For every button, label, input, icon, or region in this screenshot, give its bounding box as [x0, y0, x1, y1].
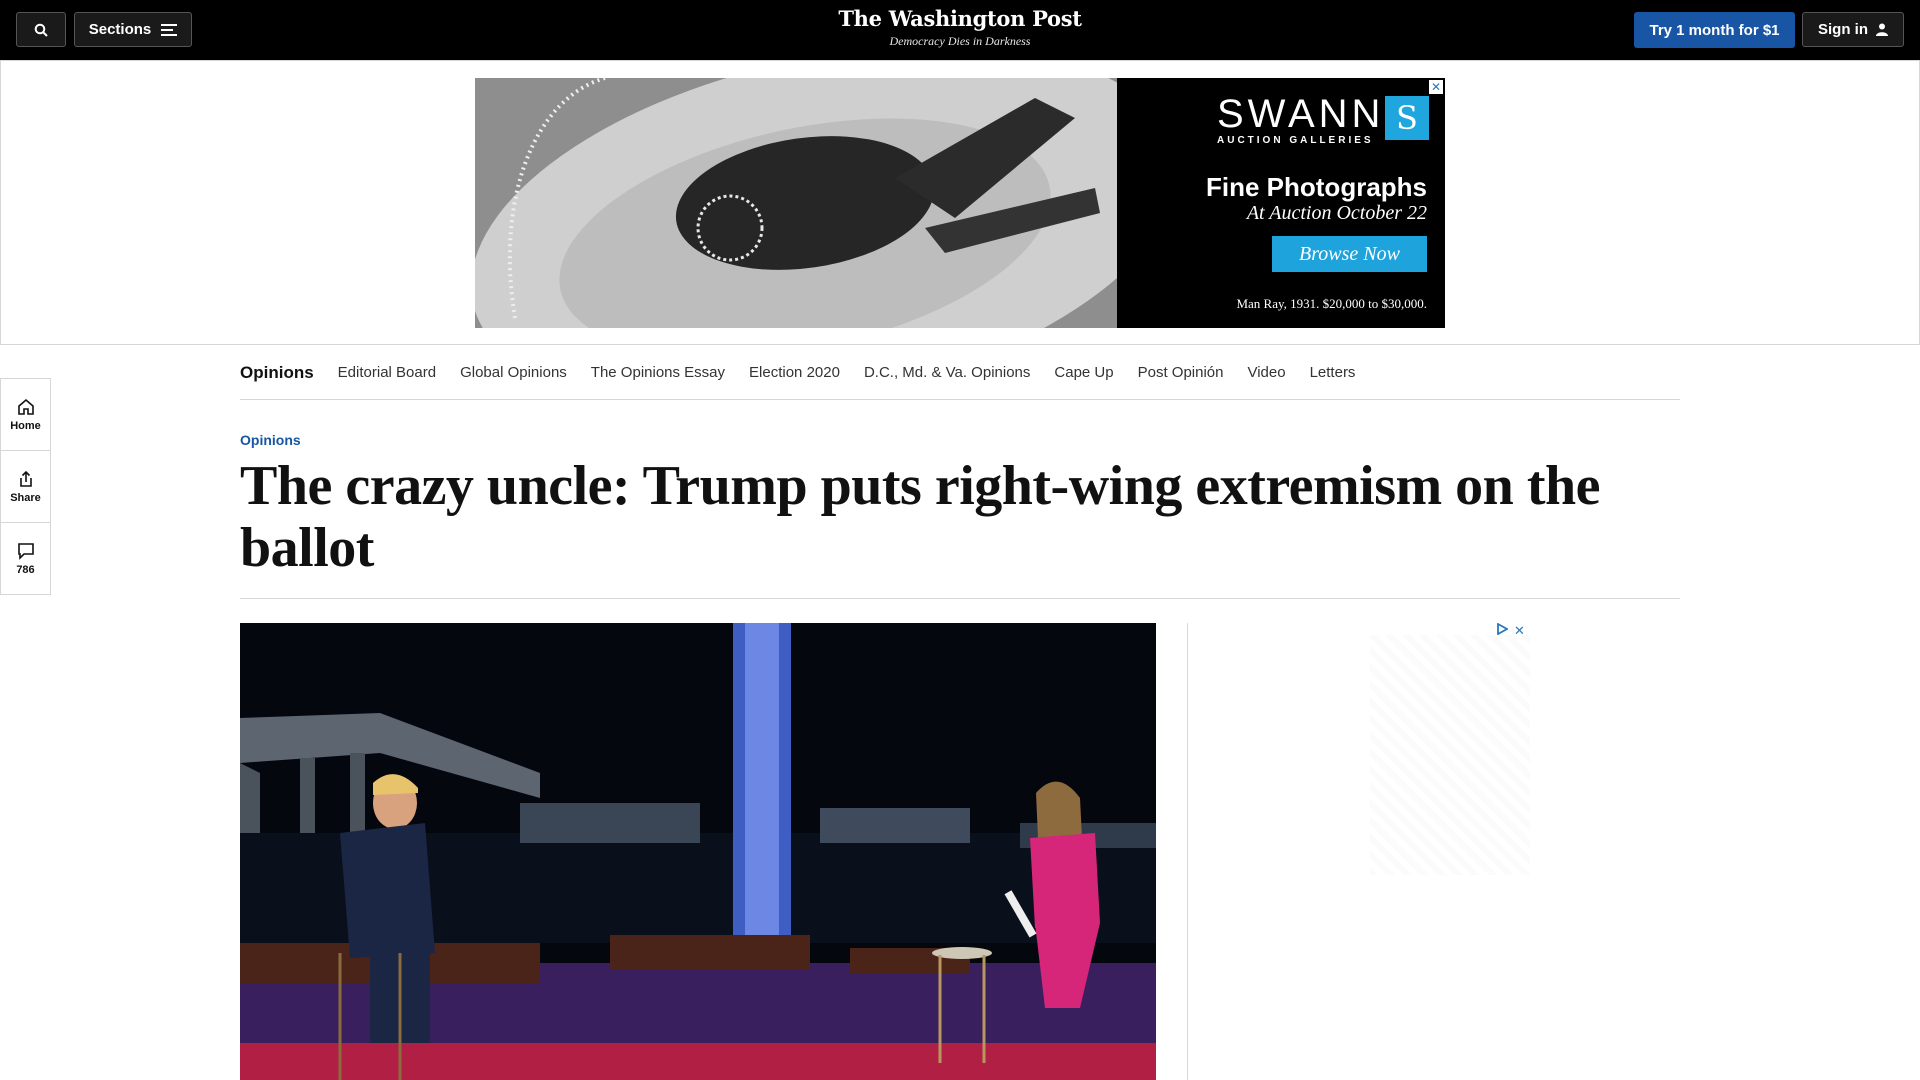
nav-item-letters[interactable]: Letters	[1310, 364, 1356, 381]
article-headline: The crazy uncle: Trump puts right-wing e…	[240, 455, 1600, 579]
side-ad-slot[interactable]	[1370, 635, 1530, 875]
nav-item-editorial-board[interactable]: Editorial Board	[338, 364, 436, 381]
nav-item-global-opinions[interactable]: Global Opinions	[460, 364, 567, 381]
close-icon[interactable]: ✕	[1429, 80, 1443, 94]
sections-button[interactable]: Sections	[74, 12, 192, 47]
nav-item-dc-md-va[interactable]: D.C., Md. & Va. Opinions	[864, 364, 1030, 381]
nav-item-cape-up[interactable]: Cape Up	[1054, 364, 1113, 381]
nav-item-opinions[interactable]: Opinions	[240, 363, 314, 383]
rail-home-button[interactable]: Home	[1, 379, 50, 451]
adchoices-icon[interactable]	[1496, 623, 1508, 635]
rail-share-button[interactable]: Share	[1, 451, 50, 523]
nav-item-post-opinion[interactable]: Post Opinión	[1138, 364, 1224, 381]
rail-comments-count: 786	[16, 564, 35, 576]
sections-label: Sections	[88, 21, 152, 38]
ad-browse-button[interactable]: Browse Now	[1272, 236, 1427, 272]
ad-banner[interactable]: SWANN AUCTION GALLERIES S Fine Photograp…	[475, 78, 1445, 328]
rail-share-label: Share	[10, 491, 41, 504]
brand-logo: The Washington Post	[838, 6, 1082, 31]
signin-button[interactable]: Sign in	[1802, 12, 1904, 47]
menu-icon	[161, 23, 178, 36]
ad-brand-logo: SWANN AUCTION GALLERIES	[1217, 92, 1384, 146]
ad-brand-mark: S	[1385, 96, 1429, 140]
rail-comments-button[interactable]: 786	[1, 523, 50, 595]
search-button[interactable]	[16, 12, 66, 47]
ad-brand-sub: AUCTION GALLERIES	[1217, 135, 1374, 146]
signin-label: Sign in	[1818, 21, 1868, 38]
subscribe-button[interactable]: Try 1 month for $1	[1634, 12, 1795, 48]
ad-photo	[475, 78, 1117, 328]
comment-icon	[17, 543, 34, 560]
column-divider	[1187, 623, 1188, 1080]
brand-tagline: Democracy Dies in Darkness	[889, 34, 1031, 48]
person-icon	[1876, 23, 1888, 36]
ad-headline: Fine Photographs	[1206, 172, 1427, 202]
lead-photo-art	[240, 623, 1156, 1080]
nav-item-video[interactable]: Video	[1247, 364, 1285, 381]
side-rail: Home Share 786	[0, 378, 51, 595]
masthead[interactable]: The Washington Post Democracy Dies in Da…	[810, 6, 1110, 49]
rail-home-label: Home	[10, 419, 41, 432]
ad-subline: At Auction October 22	[1246, 202, 1427, 224]
section-nav: Opinions Editorial Board Global Opinions…	[240, 346, 1680, 400]
ad-photo-art	[475, 78, 1117, 328]
search-icon	[34, 23, 48, 37]
lead-photo[interactable]	[240, 623, 1156, 1080]
home-icon	[17, 398, 34, 415]
nav-item-opinions-essay[interactable]: The Opinions Essay	[591, 364, 725, 381]
top-bar: Sections The Washington Post Democracy D…	[0, 0, 1920, 60]
article-kicker[interactable]: Opinions	[240, 432, 301, 448]
nav-item-election-2020[interactable]: Election 2020	[749, 364, 840, 381]
ad-caption: Man Ray, 1931. $20,000 to $30,000.	[1236, 296, 1427, 311]
ad-brand-name: SWANN	[1217, 92, 1385, 136]
share-icon	[19, 470, 32, 487]
headline-divider	[240, 598, 1680, 599]
